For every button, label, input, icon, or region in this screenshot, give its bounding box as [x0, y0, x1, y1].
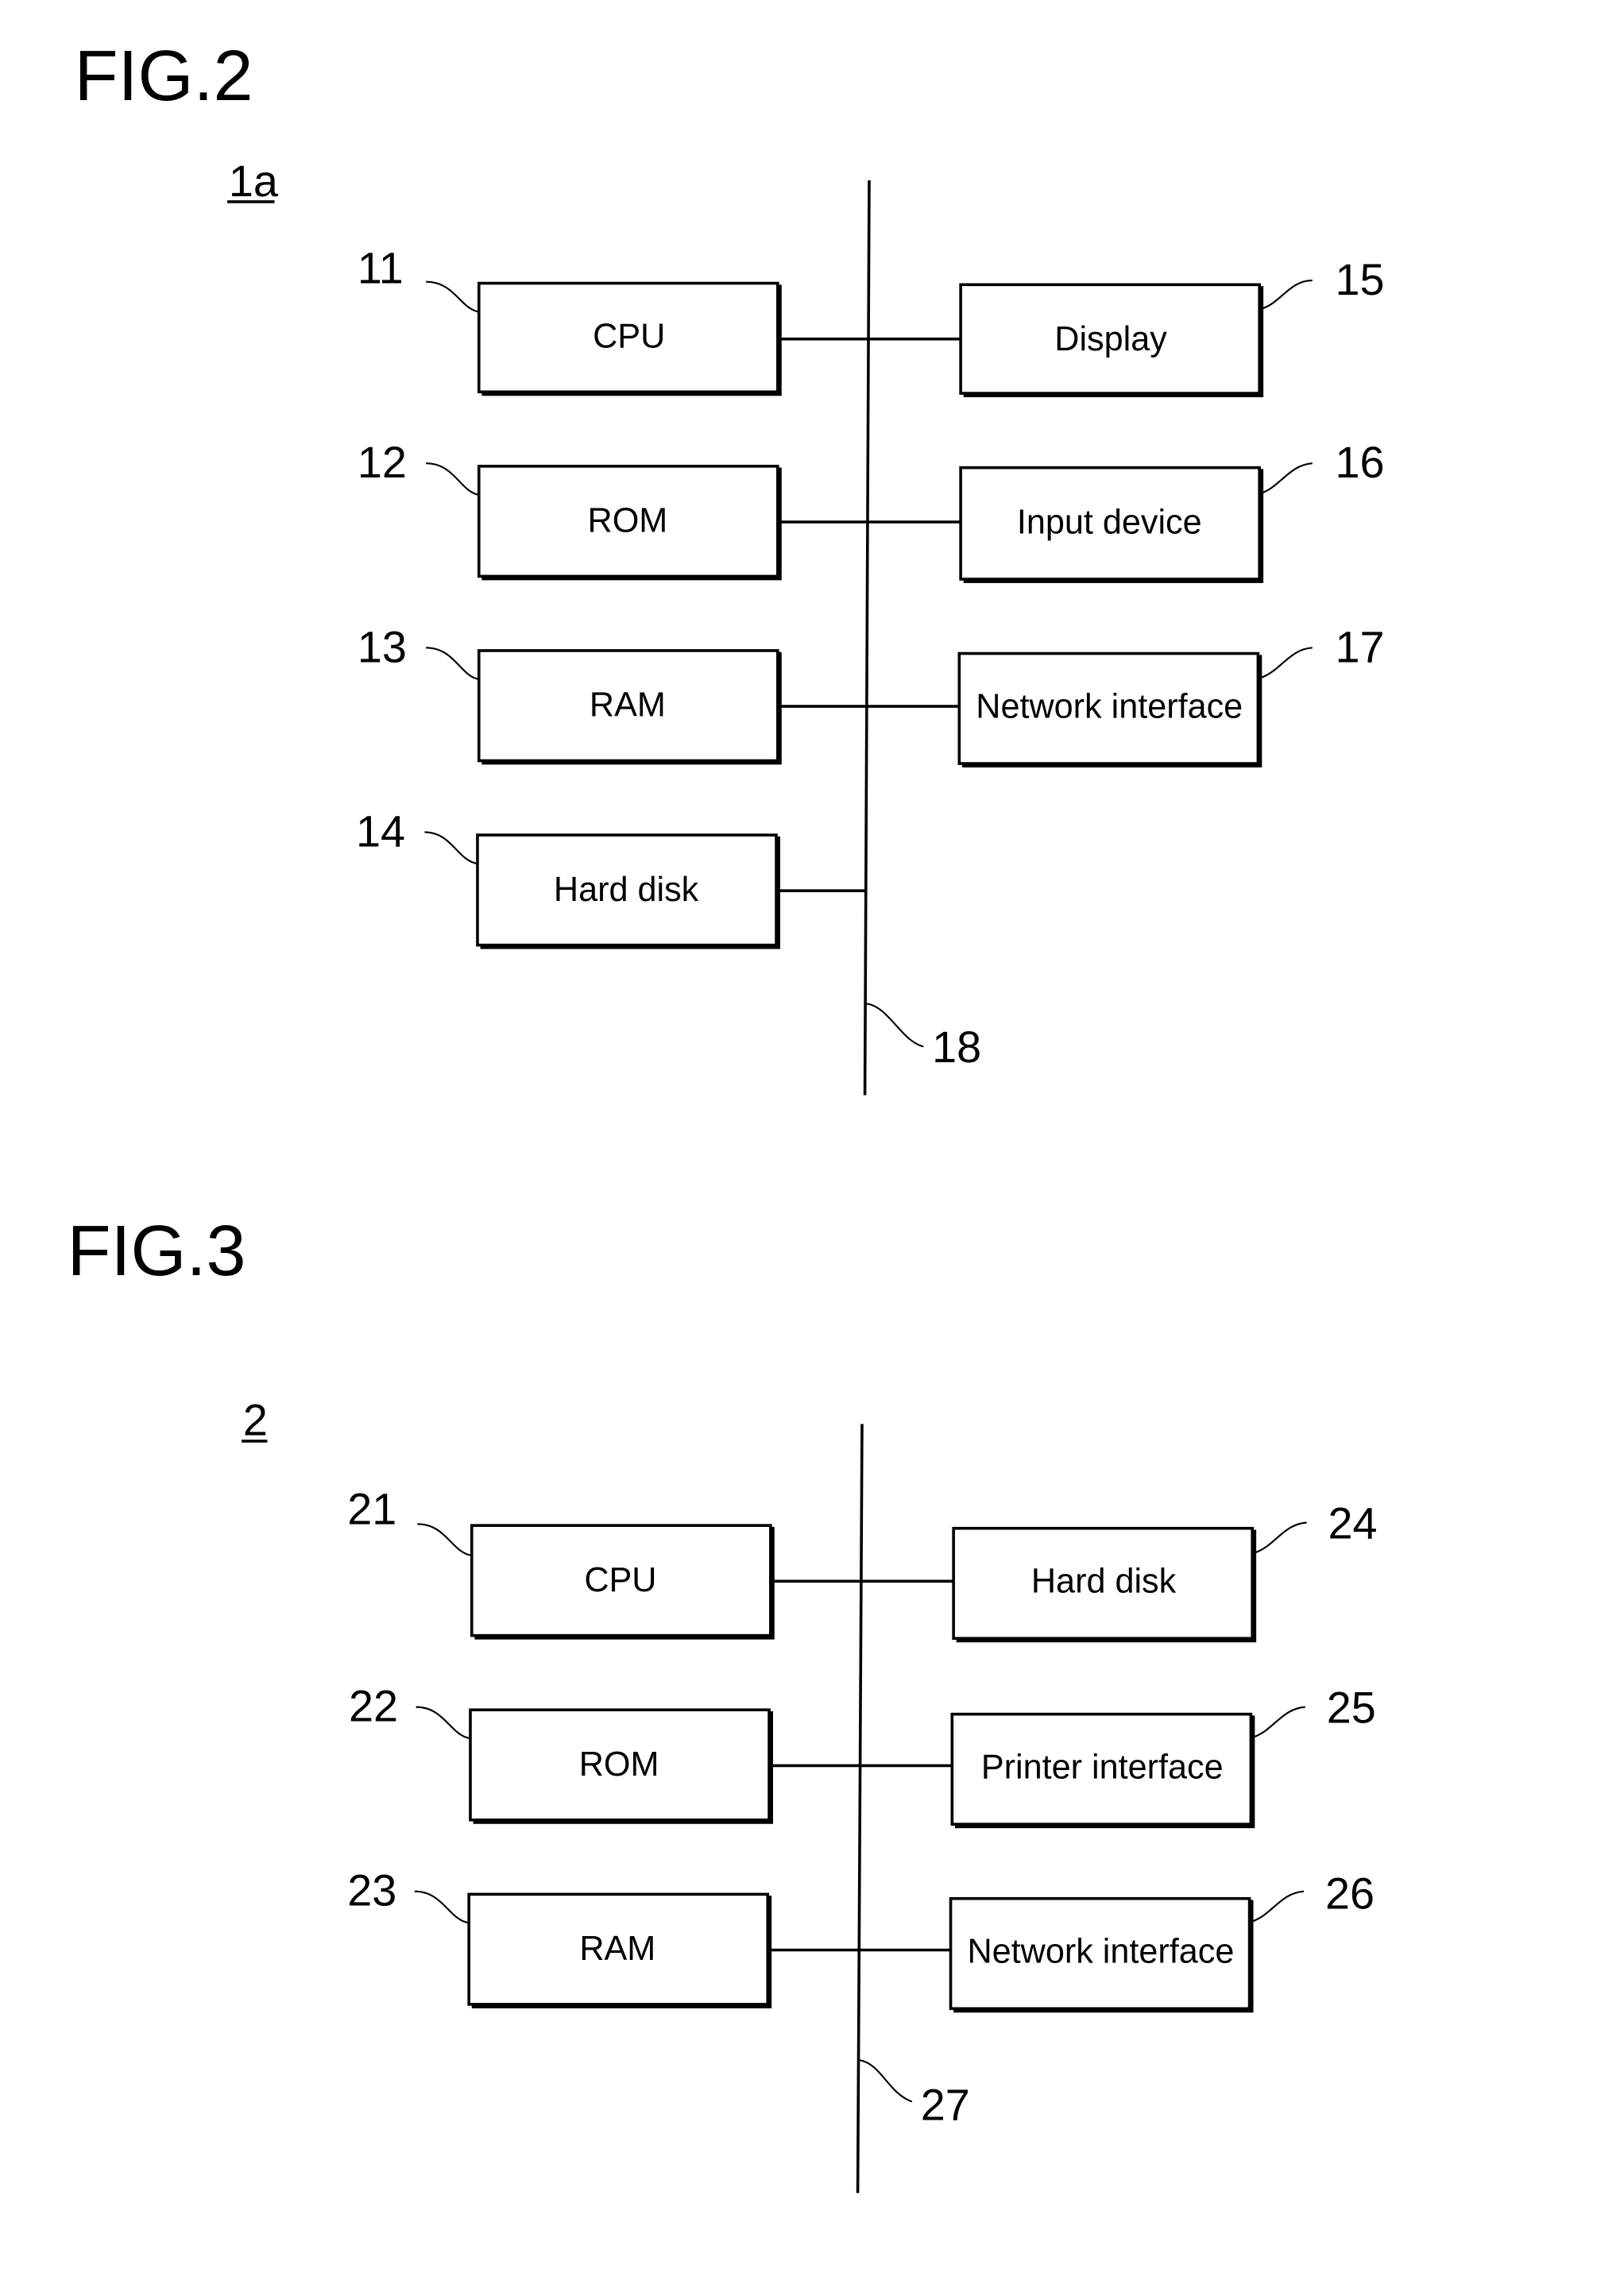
input-device-label: Input device	[1017, 503, 1202, 541]
cpu-label: CPU	[584, 1561, 656, 1599]
block-network-interface-17: Network interface 17	[957, 622, 1385, 768]
block-display-15: Display 15	[868, 255, 1385, 398]
figure-3: FIG.3 2 27 CPU 21 ROM 22 RAM 23 Hard dis…	[68, 1212, 1378, 2194]
hard-disk-label: Hard disk	[1031, 1563, 1177, 1601]
leader-24	[1255, 1521, 1307, 1554]
ref-23: 23	[347, 1866, 396, 1915]
cpu-label: CPU	[593, 317, 665, 355]
leader-16	[1260, 462, 1313, 495]
network-interface-label: Network interface	[967, 1933, 1234, 1971]
figure-3-title: FIG.3	[68, 1212, 246, 1291]
leader-14	[424, 831, 478, 865]
network-interface-label: Network interface	[976, 688, 1243, 726]
leader-25	[1253, 1706, 1305, 1738]
ref-11: 11	[358, 244, 404, 293]
leader-26	[1251, 1890, 1305, 1923]
ref-14: 14	[356, 806, 405, 856]
device-ref-2: 2	[243, 1396, 268, 1445]
rom-label: ROM	[579, 1745, 659, 1784]
figure-2: FIG.2 1a 18 CPU 11 ROM 12 RAM 13 Hard di…	[75, 37, 1385, 1096]
block-rom-12: ROM 12	[358, 438, 961, 581]
patent-drawing-sheet: FIG.2 1a 18 CPU 11 ROM 12 RAM 13 Hard di…	[68, 37, 1385, 2194]
bus-18-ref: 18	[932, 1022, 981, 1072]
ref-24: 24	[1328, 1498, 1378, 1548]
ref-22: 22	[349, 1682, 398, 1731]
ref-13: 13	[358, 622, 407, 671]
leader-13	[426, 647, 480, 680]
bus-27-line	[856, 1424, 864, 2194]
ram-label: RAM	[590, 686, 666, 725]
ram-label: RAM	[579, 1930, 655, 1968]
ref-17: 17	[1336, 622, 1385, 671]
block-network-interface-26: Network interface 26	[949, 1869, 1375, 2013]
ref-21: 21	[347, 1484, 396, 1533]
leader-23	[414, 1890, 470, 1924]
block-input-device-16: Input device 16	[959, 438, 1385, 583]
ref-25: 25	[1327, 1683, 1376, 1732]
block-ram-13: RAM 13	[358, 622, 960, 765]
leader-11	[426, 280, 479, 313]
rom-label: ROM	[588, 502, 668, 540]
bus-18-line	[863, 180, 871, 1096]
display-label: Display	[1054, 320, 1167, 358]
ref-12: 12	[358, 438, 407, 487]
bus-27-ref: 27	[921, 2081, 970, 2130]
figure-2-title: FIG.2	[75, 37, 253, 116]
block-hard-disk-14: Hard disk 14	[356, 806, 867, 949]
bus-27-leader	[859, 2058, 913, 2103]
ref-15: 15	[1336, 255, 1385, 304]
device-ref-1a: 1a	[229, 157, 279, 206]
leader-17	[1260, 647, 1313, 679]
block-cpu-11: CPU 11	[358, 244, 868, 396]
ref-26: 26	[1325, 1869, 1375, 1918]
block-hard-disk-24: Hard disk 24	[952, 1498, 1378, 1643]
leader-12	[426, 462, 480, 496]
bus-18-leader	[866, 1003, 924, 1048]
ref-16: 16	[1336, 438, 1385, 487]
block-printer-interface-25: Printer interface 25	[950, 1683, 1376, 1829]
leader-15	[1260, 279, 1313, 310]
printer-interface-label: Printer interface	[981, 1749, 1224, 1787]
leader-22	[416, 1706, 471, 1740]
hard-disk-label: Hard disk	[554, 871, 699, 909]
leader-21	[417, 1523, 472, 1556]
